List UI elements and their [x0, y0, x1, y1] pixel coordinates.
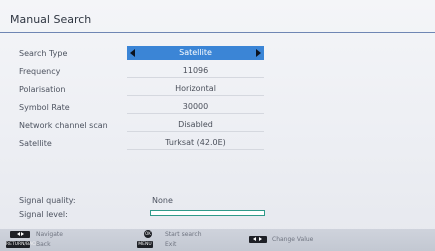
setting-label: Polarisation: [19, 85, 66, 94]
setting-label: Frequency: [19, 67, 61, 76]
setting-row-symbol-rate[interactable]: Symbol Rate 30000: [19, 99, 264, 117]
setting-label: Search Type: [19, 49, 68, 58]
page-title: Manual Search: [10, 13, 92, 26]
exit-hint: Exit: [165, 241, 177, 248]
navigate-hint: Navigate: [36, 231, 63, 238]
footer-hints: Navigate RETURN/BACK Back OK Start searc…: [0, 229, 435, 251]
signal-quality-value: None: [152, 196, 173, 205]
setting-row-polarisation[interactable]: Polarisation Horizontal: [19, 81, 264, 99]
setting-row-satellite[interactable]: Satellite Turksat (42.0E): [19, 135, 264, 153]
network-scan-value[interactable]: Disabled: [127, 118, 264, 132]
back-hint: Back: [36, 241, 51, 248]
signal-level-label: Signal level:: [19, 210, 68, 219]
menu-key-icon: MENU: [137, 241, 153, 248]
change-value-hint: Change Value: [272, 236, 314, 243]
polarisation-value[interactable]: Horizontal: [127, 82, 264, 96]
setting-value: Satellite: [179, 48, 212, 57]
navigate-key-icon: [10, 231, 30, 238]
left-arrow-icon[interactable]: [130, 49, 135, 57]
frequency-value[interactable]: 11096: [127, 64, 264, 78]
right-arrow-icon[interactable]: [256, 49, 261, 57]
back-key-icon: RETURN/BACK: [6, 241, 39, 248]
setting-row-search-type[interactable]: Search Type Satellite: [19, 45, 264, 63]
left-right-key-icon: [249, 236, 267, 243]
setting-row-frequency[interactable]: Frequency 11096: [19, 63, 264, 81]
ok-key-icon: OK: [144, 230, 152, 238]
title-divider: [0, 32, 435, 33]
setting-label: Satellite: [19, 139, 52, 148]
setting-label: Symbol Rate: [19, 103, 70, 112]
symbol-rate-value[interactable]: 30000: [127, 100, 264, 114]
signal-level-bar: [150, 210, 265, 216]
setting-row-network-channel-scan[interactable]: Network channel scan Disabled: [19, 117, 264, 135]
manual-search-panel: Manual Search Search Type Satellite Freq…: [0, 0, 435, 251]
satellite-value[interactable]: Turksat (42.0E): [127, 136, 264, 150]
search-type-selector[interactable]: Satellite: [127, 46, 264, 60]
signal-quality-label: Signal quality:: [19, 196, 76, 205]
start-search-hint: Start search: [165, 231, 202, 238]
setting-label: Network channel scan: [19, 121, 108, 130]
